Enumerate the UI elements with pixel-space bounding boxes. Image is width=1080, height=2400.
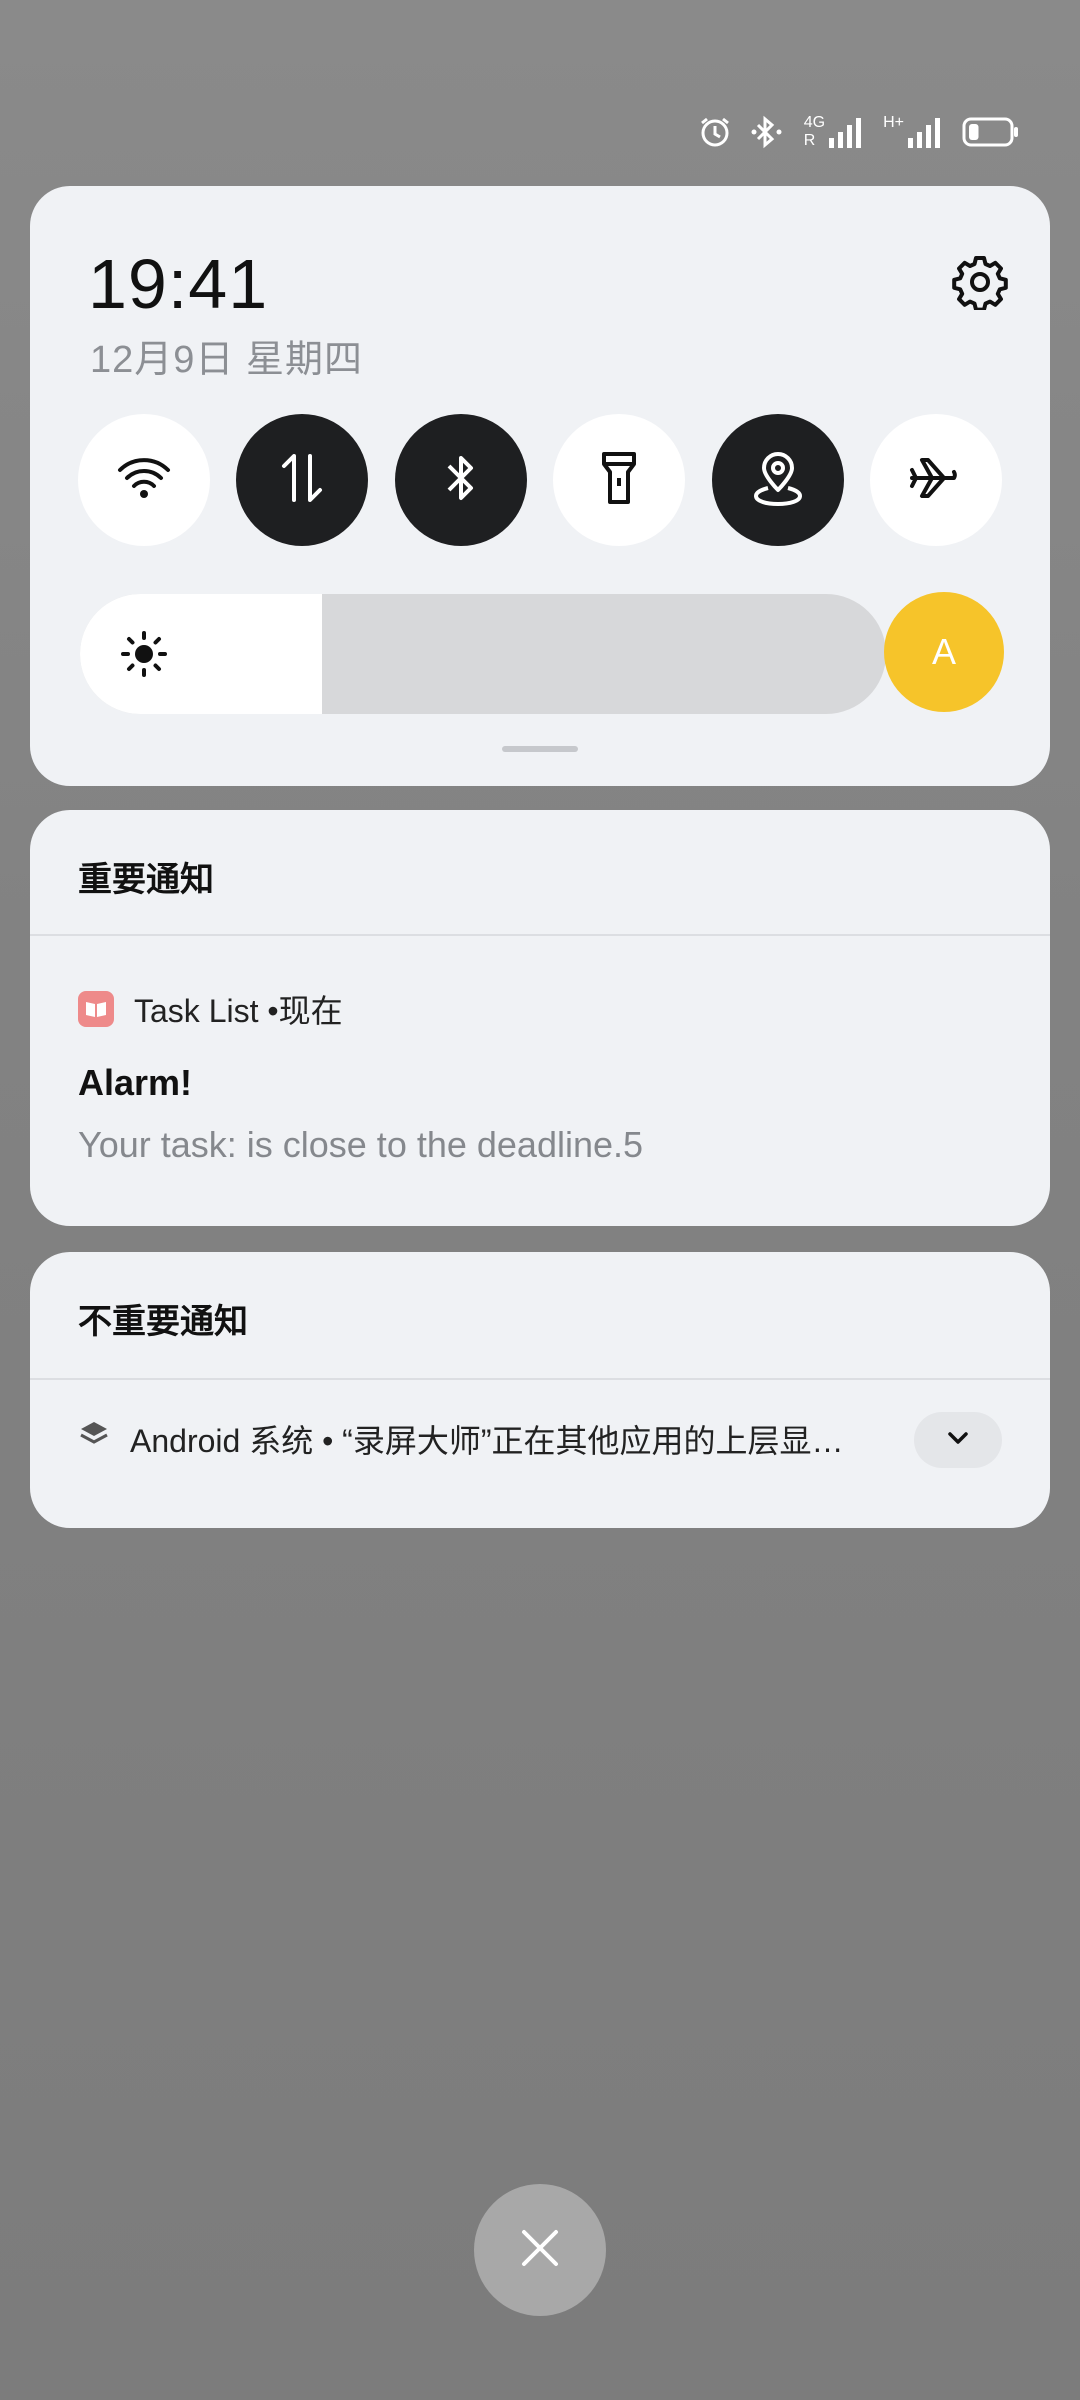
alarm-icon xyxy=(698,115,732,149)
location-icon xyxy=(752,450,804,511)
app-name: Task List xyxy=(134,993,259,1029)
layers-icon xyxy=(78,1419,110,1459)
quick-settings-panel: 19:41 12月9日 星期四 A xyxy=(30,186,1050,786)
important-notifications-card: 重要通知 Task List •现在 Alarm! Your task: is … xyxy=(30,810,1050,1226)
notification-header[interactable]: Task List •现在 xyxy=(78,986,343,1032)
notification-time: 现在 xyxy=(278,993,343,1029)
section-title: 不重要通知 xyxy=(78,1303,248,1341)
separator: • xyxy=(267,993,279,1029)
unimportant-notifications-card: 不重要通知 Android 系统 • “录屏大师”正在其他应用的上层显… xyxy=(30,1252,1050,1528)
mobile-data-toggle[interactable] xyxy=(236,414,369,546)
location-toggle[interactable] xyxy=(711,414,844,546)
auto-brightness-button[interactable]: A xyxy=(884,592,1004,712)
airplane-icon xyxy=(908,456,964,505)
status-bar: 4G R H+ xyxy=(698,108,1020,156)
battery-icon xyxy=(962,117,1020,147)
task-list-app-icon xyxy=(78,991,114,1027)
bluetooth-icon xyxy=(750,115,786,149)
data-arrows-icon xyxy=(278,452,326,509)
panel-drag-handle[interactable] xyxy=(502,746,578,752)
gear-icon[interactable] xyxy=(950,252,1010,312)
section-title: 重要通知 xyxy=(78,861,214,899)
notification-body[interactable]: Your task: is close to the deadline.5 xyxy=(78,1124,643,1166)
sun-icon xyxy=(120,630,168,678)
clock-time: 19:41 xyxy=(88,245,269,323)
signal-h-plus-icon: H+ xyxy=(883,115,944,148)
signal-4g-icon: 4G R xyxy=(804,115,865,149)
divider xyxy=(30,934,1050,936)
flashlight-toggle[interactable] xyxy=(553,414,686,546)
notification-summary: Android 系统 • “录屏大师”正在其他应用的上层显… xyxy=(130,1423,844,1459)
close-icon xyxy=(520,2228,560,2273)
quick-tiles-row xyxy=(78,414,1002,546)
bluetooth-toggle[interactable] xyxy=(394,414,527,546)
brightness-fill xyxy=(80,594,322,714)
bluetooth-icon xyxy=(441,452,481,509)
notification-row[interactable]: Android 系统 • “录屏大师”正在其他应用的上层显… xyxy=(78,1416,844,1462)
airplane-toggle[interactable] xyxy=(869,414,1002,546)
flashlight-icon xyxy=(599,450,639,511)
expand-button[interactable] xyxy=(914,1412,1002,1468)
brightness-slider[interactable] xyxy=(80,594,886,714)
wifi-toggle[interactable] xyxy=(78,414,210,546)
divider xyxy=(30,1378,1050,1380)
close-button[interactable] xyxy=(474,2184,606,2316)
chevron-down-icon xyxy=(946,1430,970,1451)
wifi-icon xyxy=(117,456,171,505)
notification-title[interactable]: Alarm! xyxy=(78,1062,192,1104)
date-label: 12月9日 星期四 xyxy=(90,339,363,381)
